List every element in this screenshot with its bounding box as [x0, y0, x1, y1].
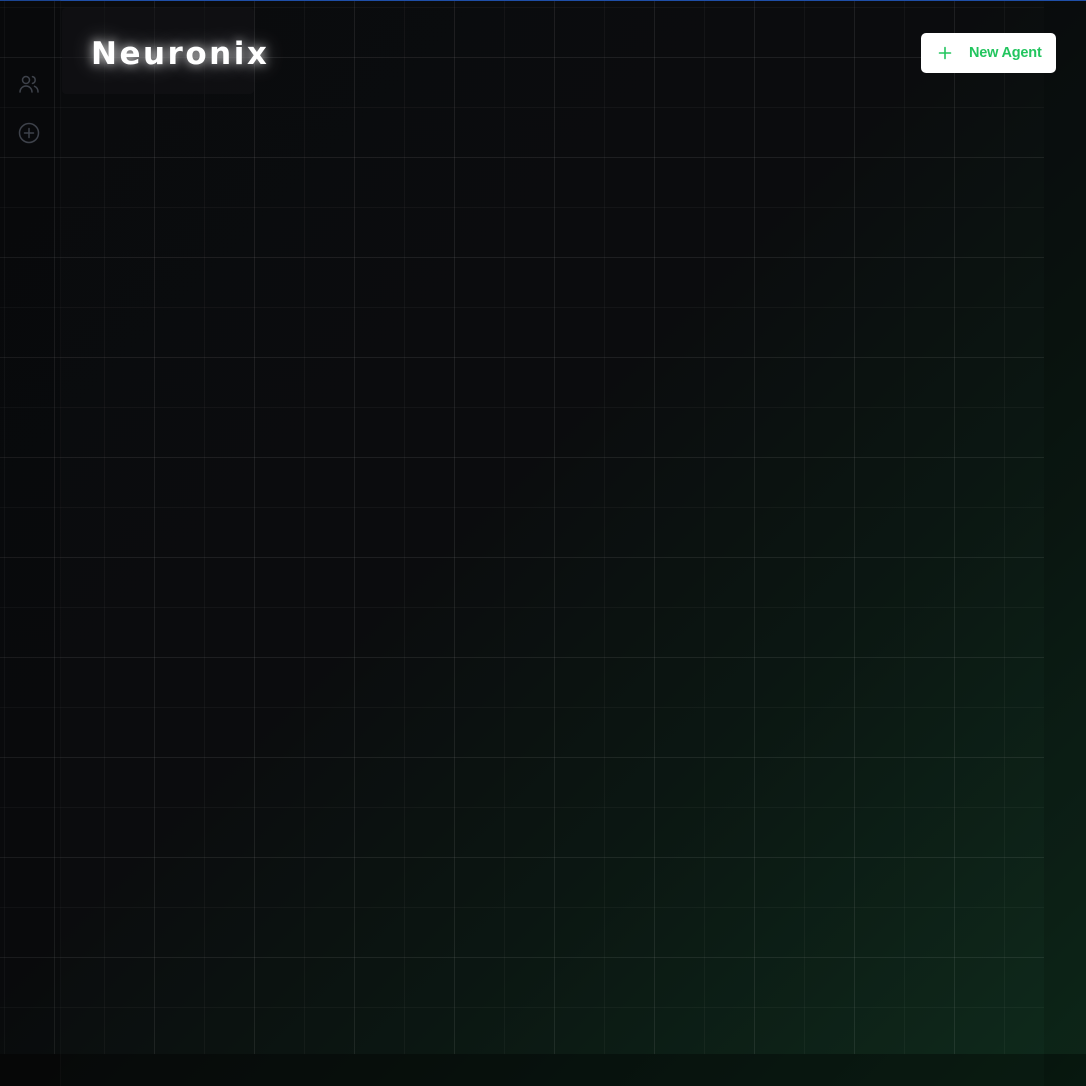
bottom-shade	[0, 1054, 1086, 1086]
new-agent-label: New Agent	[969, 45, 1042, 61]
sidebar	[0, 0, 61, 1086]
right-shade	[1044, 0, 1086, 1086]
top-accent-line	[0, 0, 1086, 1]
plus-icon	[938, 46, 952, 60]
app-canvas: Neuronix New Agent	[0, 0, 1086, 1086]
add-circle-icon[interactable]	[17, 121, 41, 145]
brand-logo: Neuronix	[91, 36, 270, 72]
background-grid-major	[0, 0, 1044, 1054]
new-agent-button[interactable]: New Agent	[921, 33, 1056, 73]
background-grid	[0, 0, 1044, 1054]
users-icon[interactable]	[17, 72, 41, 96]
